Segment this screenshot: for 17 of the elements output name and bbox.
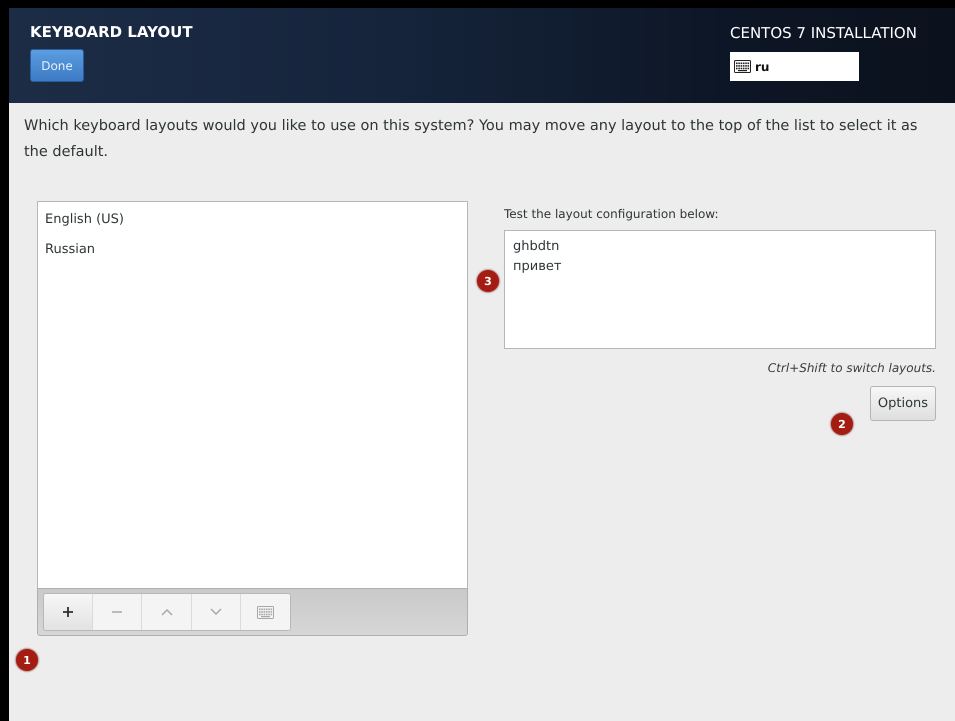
keyboard-icon <box>734 60 751 73</box>
instruction-text: Which keyboard layouts would you like to use on this system? You may move any layout to the top of the list to select it as the default. <box>24 117 918 162</box>
add-button[interactable] <box>44 594 94 630</box>
product-title: CENTOS 7 INSTALLATION <box>730 24 918 42</box>
layout-code: ru <box>755 60 770 74</box>
plus-icon <box>62 606 74 618</box>
field-label: Test the layout configuration below: <box>504 207 720 221</box>
hint-text: Ctrl+Shift to switch layouts. <box>768 361 936 375</box>
test-input-field[interactable]: ghbdtn привет <box>504 230 936 349</box>
screen-title: KEYBOARD LAYOUT <box>30 23 193 41</box>
layout-item[interactable]: Russian <box>38 238 467 260</box>
options-button[interactable]: Options <box>870 386 936 421</box>
chevron-down-icon <box>210 606 222 618</box>
keyboard-icon <box>256 606 274 618</box>
chevron-up-icon <box>160 606 172 618</box>
layout-item[interactable]: English (US) <box>38 208 467 230</box>
layout-indicator[interactable]: ru <box>730 52 859 81</box>
